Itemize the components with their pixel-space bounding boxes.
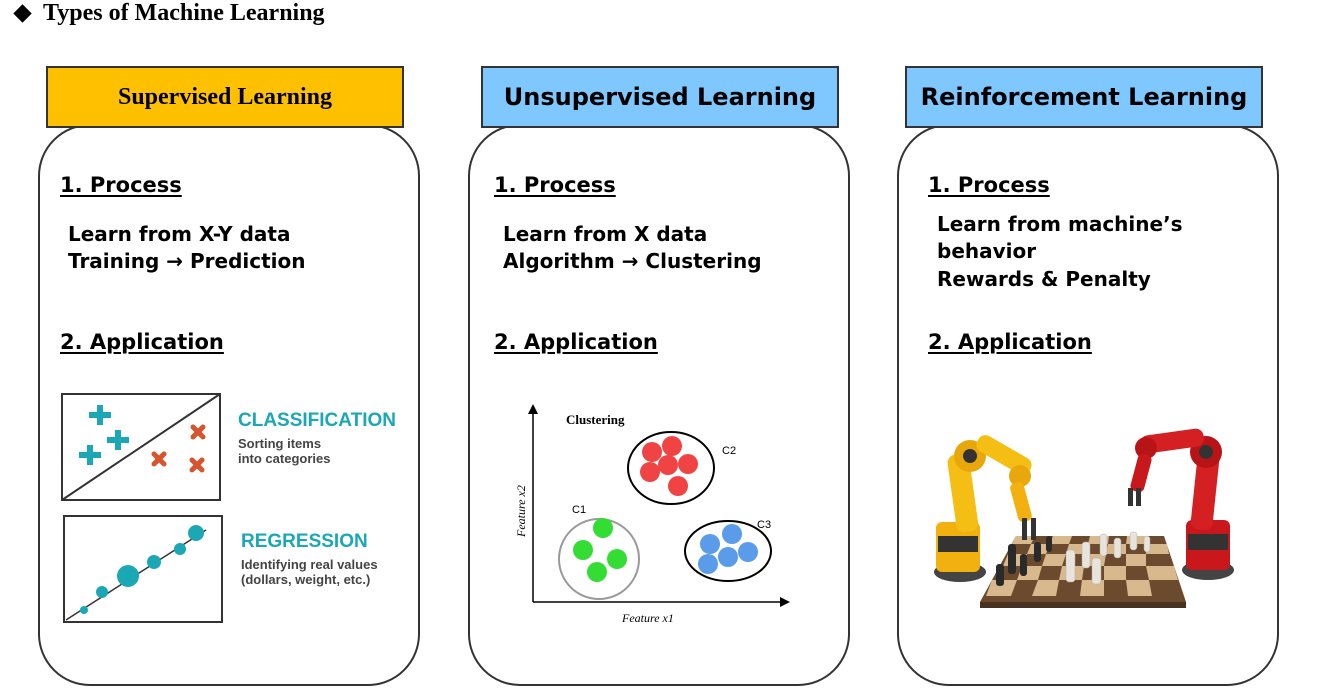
y-axis-arrow-icon (528, 404, 538, 414)
x-marker (190, 424, 206, 440)
unsupervised-header: Unsupervised Learning (481, 66, 839, 128)
robot-chess-image (924, 424, 1240, 612)
regression-point (80, 606, 88, 614)
reinforcement-application-title: 2. Application (928, 330, 1092, 354)
supervised-header: Supervised Learning (46, 66, 404, 128)
cluster-c2-points (640, 436, 698, 496)
page-title: Types of Machine Learning (12, 0, 325, 27)
clustering-image: Clustering Feature x1 Feature x2 C2 C1 C… (514, 404, 790, 625)
cluster-c2-label: C2 (722, 445, 736, 457)
classification-title: CLASSIFICATION (238, 410, 396, 431)
classification-desc1: Sorting items (238, 436, 321, 451)
regression-point (117, 565, 139, 587)
supervised-process-line1: Learn from X-Y data (68, 222, 291, 246)
regression-desc2: (dollars, weight, etc.) (241, 572, 370, 587)
reinforcement-process-line3: Rewards & Penalty (937, 267, 1151, 291)
classification-desc2: into categories (238, 451, 330, 466)
reinforcement-process-title: 1. Process (928, 173, 1050, 197)
regression-point (174, 543, 186, 555)
clustering-xlabel: Feature x1 (621, 611, 674, 625)
cluster-c3-points (698, 524, 758, 574)
regression-point (96, 586, 108, 598)
x-marker (189, 457, 205, 473)
unsupervised-process-line2: Algorithm → Clustering (503, 249, 762, 273)
regression-point (188, 525, 204, 541)
cluster-c3-label: C3 (757, 519, 771, 531)
supervised-application-title: 2. Application (60, 330, 224, 354)
cluster-c1-points (573, 518, 627, 582)
supervised-header-label: Supervised Learning (117, 83, 333, 110)
x-axis-arrow-icon (780, 597, 790, 607)
unsupervised-process-title: 1. Process (494, 173, 616, 197)
supervised-process-line2: Training → Prediction (68, 249, 306, 273)
reinforcement-header: Reinforcement Learning (905, 66, 1263, 128)
diamond-bullet-icon (13, 4, 32, 23)
clustering-title: Clustering (566, 412, 625, 427)
clustering-ylabel: Feature x2 (514, 485, 528, 538)
unsupervised-application-title: 2. Application (494, 330, 658, 354)
unsupervised-process-line1: Learn from X data (503, 222, 708, 246)
regression-title: REGRESSION (241, 531, 368, 552)
regression-point (147, 555, 161, 569)
reinforcement-header-label: Reinforcement Learning (920, 83, 1248, 111)
regression-desc1: Identifying real values (241, 557, 378, 572)
cluster-c1-label: C1 (572, 504, 586, 516)
supervised-application-image: CLASSIFICATION Sorting items into catego… (61, 393, 396, 623)
supervised-process-title: 1. Process (60, 173, 182, 197)
reinforcement-process-line1: Learn from machine’s (937, 212, 1183, 236)
reinforcement-process-line2: behavior (937, 239, 1037, 263)
unsupervised-header-label: Unsupervised Learning (503, 83, 817, 111)
page-title-text: Types of Machine Learning (43, 0, 325, 26)
x-marker (151, 451, 167, 467)
